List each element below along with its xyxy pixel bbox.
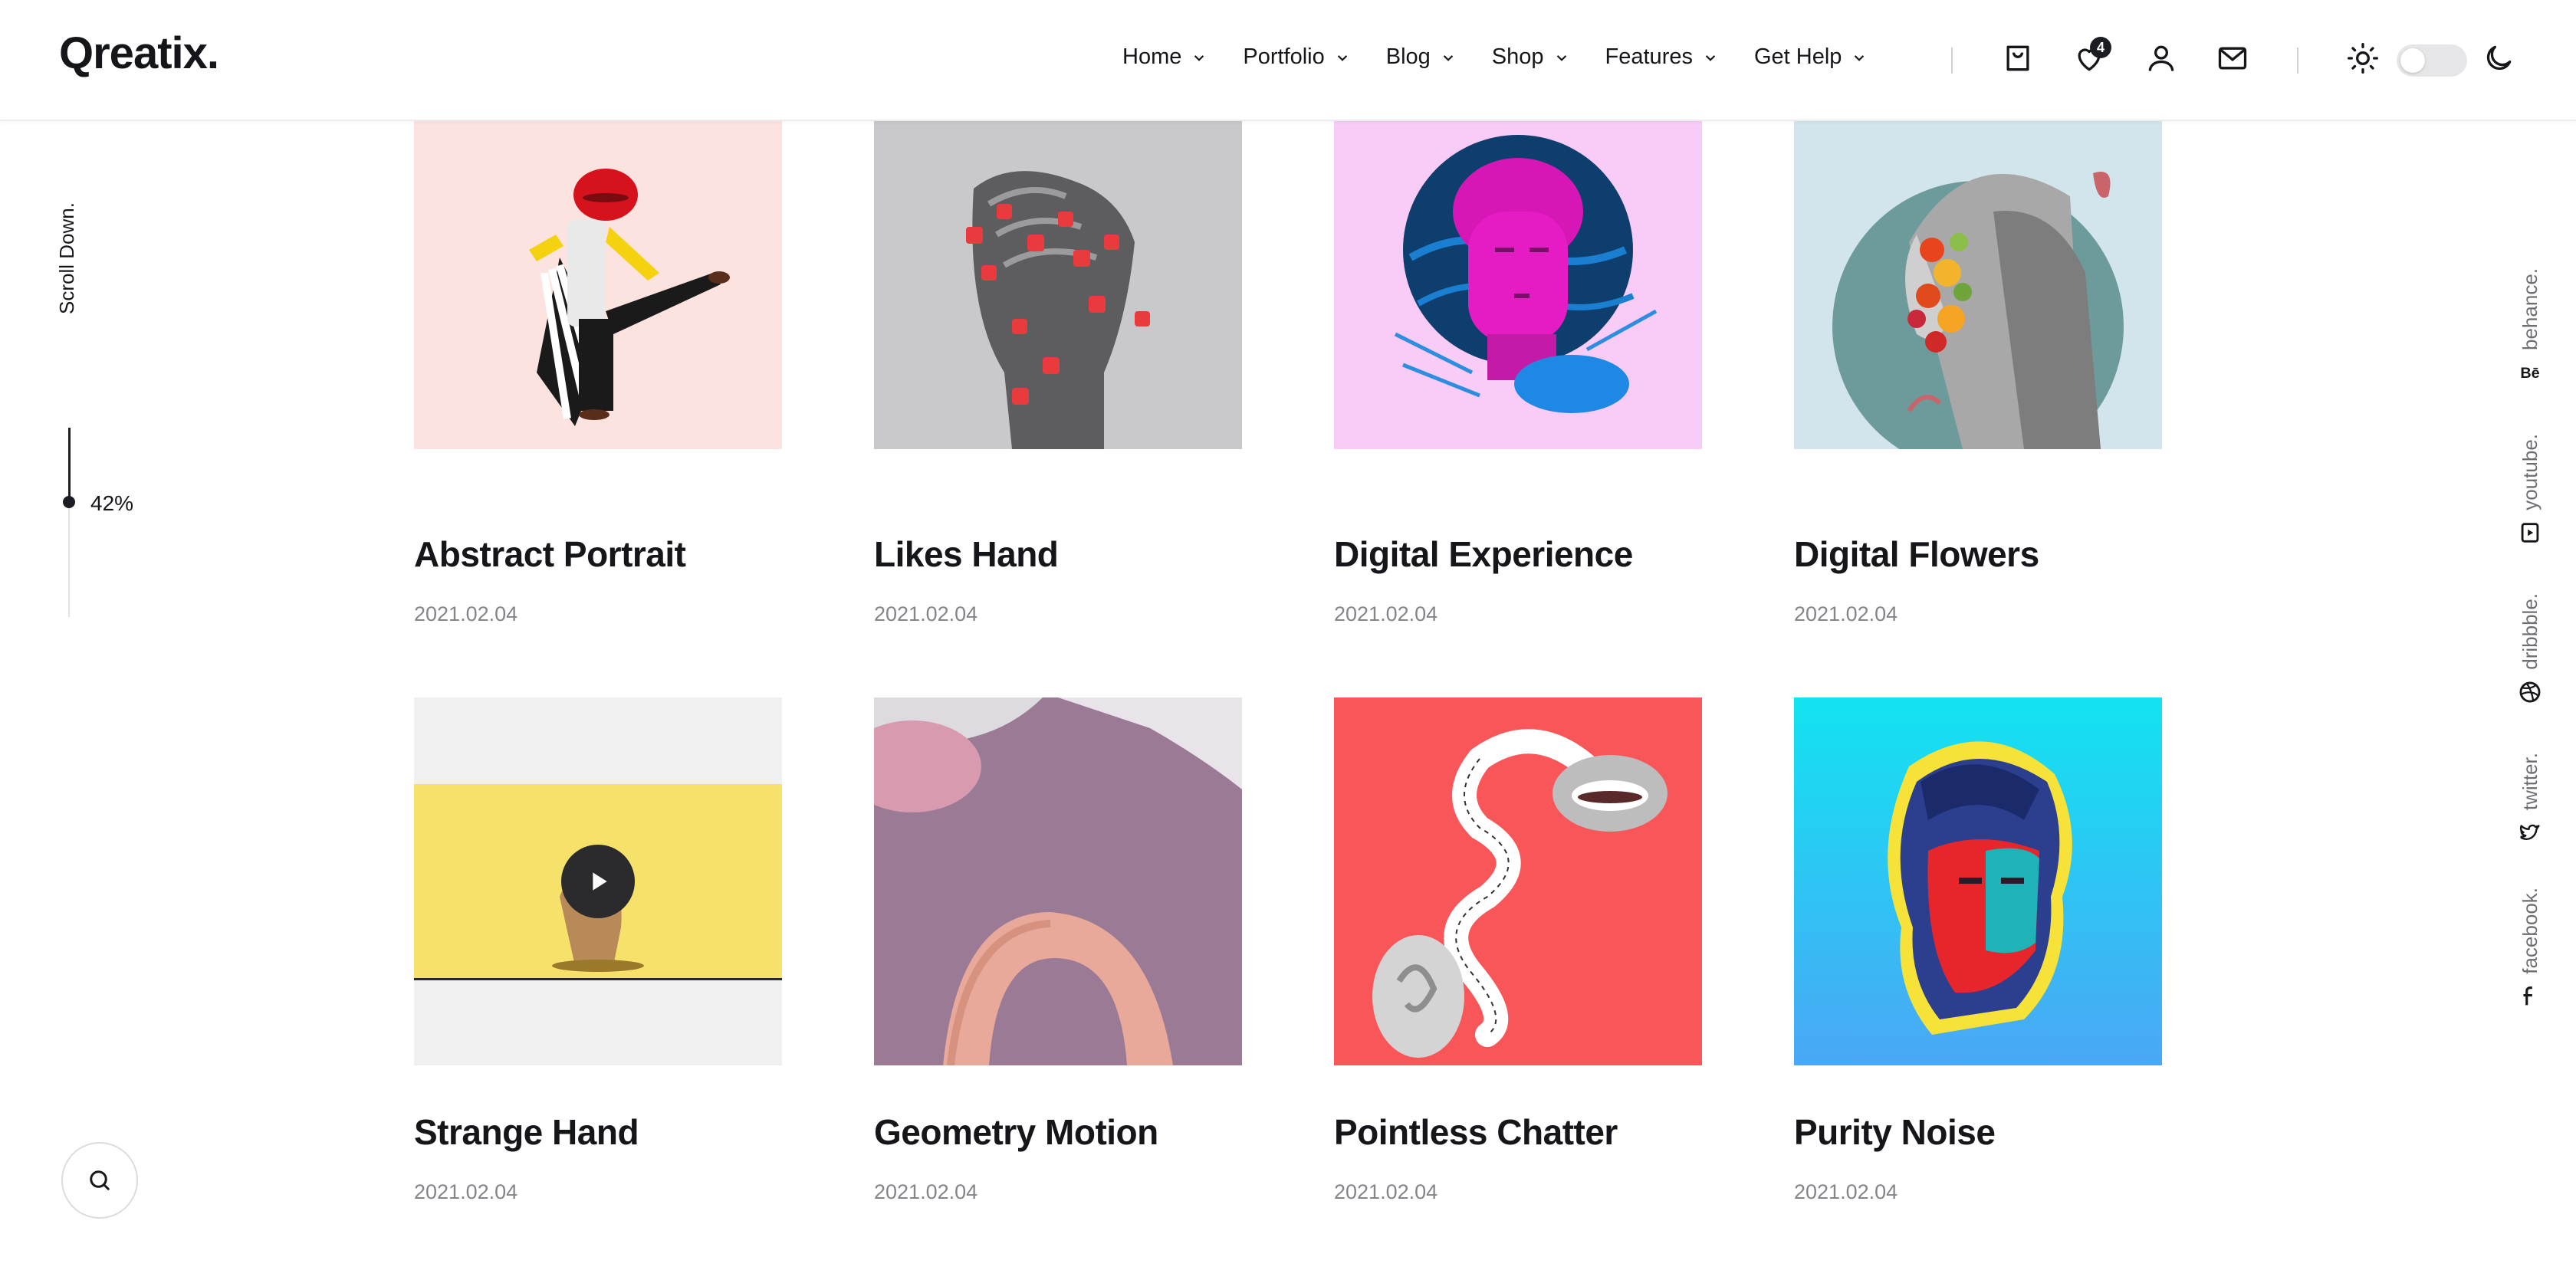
chevron-down-icon <box>1556 54 1566 61</box>
youtube-icon <box>2521 523 2539 543</box>
social-behance[interactable]: behance. Bē <box>2503 268 2557 386</box>
portfolio-card[interactable]: Geometry Motion 2021.02.04 <box>874 697 1242 1204</box>
social-behance-label: behance. <box>2518 268 2542 350</box>
portfolio-date: 2021.02.04 <box>874 1180 978 1203</box>
portfolio-date: 2021.02.04 <box>1334 602 1438 625</box>
portfolio-title[interactable]: Pointless Chatter <box>1334 1111 1702 1153</box>
portfolio-title[interactable]: Digital Experience <box>1334 533 1702 575</box>
moon-icon[interactable] <box>2482 41 2515 75</box>
social-youtube-label: youtube. <box>2518 434 2542 510</box>
portfolio-title[interactable]: Digital Flowers <box>1794 533 2162 575</box>
twitter-icon <box>2519 824 2540 841</box>
scroll-progress-dot <box>63 496 75 508</box>
nav-shop[interactable]: Shop <box>1492 44 1572 70</box>
wishlist-count-badge: 4 <box>2090 37 2111 58</box>
portfolio-thumbnail[interactable] <box>874 120 1242 487</box>
portfolio-date: 2021.02.04 <box>414 1180 518 1203</box>
scroll-progress-percent: 42% <box>90 491 134 515</box>
main-nav: Home Portfolio Blog Shop Features Get He… <box>1122 44 1903 70</box>
chevron-down-icon <box>1337 54 1347 61</box>
portfolio-card[interactable]: Abstract Portrait 2021.02.04 <box>414 120 782 626</box>
header-divider <box>1951 48 1953 74</box>
portfolio-card[interactable]: Strange Hand 2021.02.04 <box>414 697 782 1204</box>
chevron-down-icon <box>1855 54 1865 61</box>
portfolio-title[interactable]: Geometry Motion <box>874 1111 1242 1153</box>
scroll-progress-track <box>68 502 70 617</box>
nav-portfolio-label: Portfolio <box>1243 44 1325 69</box>
social-links: behance. Bē youtube. dribbble. twitter. … <box>2503 253 2557 1035</box>
nav-blog-label: Blog <box>1385 44 1431 69</box>
portfolio-card[interactable]: Purity Noise 2021.02.04 <box>1794 697 2162 1204</box>
theme-toggle-knob <box>2400 48 2425 73</box>
shopping-bag-icon[interactable] <box>2001 41 2035 75</box>
svg-text:Bē: Bē <box>2520 365 2539 382</box>
portfolio-card[interactable]: Digital Flowers 2021.02.04 <box>1794 120 2162 626</box>
portfolio-date: 2021.02.04 <box>414 602 518 625</box>
nav-portfolio[interactable]: Portfolio <box>1243 44 1352 70</box>
social-twitter[interactable]: twitter. <box>2503 753 2557 845</box>
facebook-icon <box>2523 986 2532 1006</box>
social-dribbble[interactable]: dribbble. <box>2503 593 2557 705</box>
portfolio-thumbnail[interactable] <box>1794 120 2162 487</box>
chevron-down-icon <box>1705 54 1716 61</box>
nav-blog[interactable]: Blog <box>1386 44 1458 70</box>
mail-icon[interactable] <box>2216 41 2249 75</box>
nav-features-label: Features <box>1605 44 1693 69</box>
nav-get-help[interactable]: Get Help <box>1754 44 1869 70</box>
portfolio-title[interactable]: Abstract Portrait <box>414 533 782 575</box>
portfolio-thumbnail[interactable] <box>1334 697 1702 1065</box>
social-youtube[interactable]: youtube. <box>2503 434 2557 546</box>
portfolio-thumbnail[interactable] <box>414 120 782 487</box>
portfolio-title[interactable]: Likes Hand <box>874 533 1242 575</box>
chevron-down-icon <box>1194 54 1204 61</box>
play-icon <box>593 872 607 891</box>
portfolio-date: 2021.02.04 <box>1334 1180 1438 1203</box>
portfolio-thumbnail[interactable] <box>414 697 782 1065</box>
nav-get-help-label: Get Help <box>1753 44 1842 69</box>
search-icon <box>90 1170 110 1190</box>
nav-home[interactable]: Home <box>1122 44 1209 70</box>
site-header: Qreatix. Home Portfolio Blog Shop Featur… <box>0 0 2576 121</box>
portfolio-card[interactable]: Digital Experience 2021.02.04 <box>1334 120 1702 626</box>
social-twitter-label: twitter. <box>2518 753 2542 811</box>
sun-icon[interactable] <box>2346 41 2380 75</box>
theme-toggle[interactable] <box>2397 44 2467 77</box>
portfolio-date: 2021.02.04 <box>1794 602 1898 625</box>
portfolio-thumbnail[interactable] <box>1334 120 1702 487</box>
site-logo[interactable]: Qreatix. <box>59 28 219 79</box>
nav-features[interactable]: Features <box>1605 44 1720 70</box>
portfolio-thumbnail[interactable] <box>1794 697 2162 1065</box>
behance-icon: Bē <box>2520 365 2539 382</box>
nav-shop-label: Shop <box>1491 44 1544 69</box>
social-facebook[interactable]: facebook. <box>2503 888 2557 1009</box>
portfolio-card[interactable]: Pointless Chatter 2021.02.04 <box>1334 697 1702 1204</box>
portfolio-thumbnail[interactable] <box>874 697 1242 1065</box>
search-button[interactable] <box>61 1142 138 1219</box>
social-dribbble-label: dribbble. <box>2518 593 2542 670</box>
video-play-button[interactable] <box>561 845 635 918</box>
dribbble-icon <box>2519 681 2541 703</box>
scroll-down-label: Scroll Down. <box>55 202 78 314</box>
social-facebook-label: facebook. <box>2518 888 2542 974</box>
chevron-down-icon <box>1443 54 1453 61</box>
portfolio-date: 2021.02.04 <box>874 602 978 625</box>
portfolio-card[interactable]: Likes Hand 2021.02.04 <box>874 120 1242 626</box>
portfolio-title[interactable]: Purity Noise <box>1794 1111 2162 1153</box>
user-icon[interactable] <box>2144 41 2178 75</box>
portfolio-title[interactable]: Strange Hand <box>414 1111 782 1153</box>
scroll-progress-filled <box>68 428 71 502</box>
header-divider <box>2297 48 2298 74</box>
portfolio-date: 2021.02.04 <box>1794 1180 1898 1203</box>
nav-home-label: Home <box>1122 44 1182 69</box>
